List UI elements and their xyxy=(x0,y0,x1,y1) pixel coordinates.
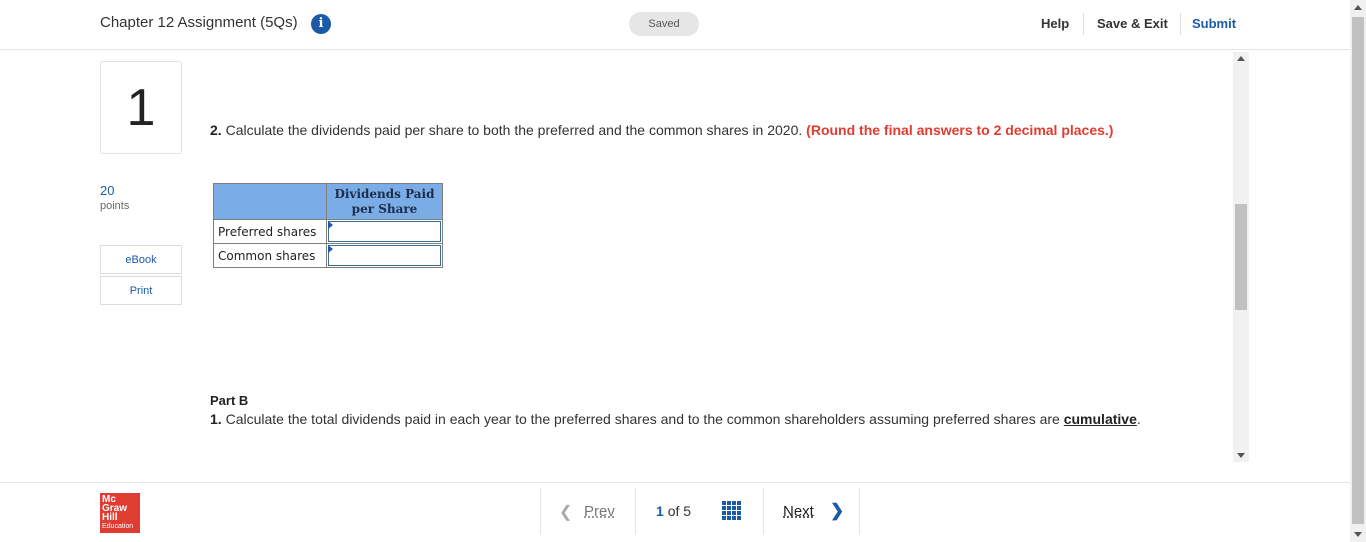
cell-marker-icon xyxy=(328,221,333,229)
top-bar: Chapter 12 Assignment (5Qs) i Saved Help… xyxy=(0,0,1350,50)
header-divider xyxy=(1180,13,1181,35)
points-label: points xyxy=(100,200,130,212)
save-exit-button[interactable]: Save & Exit xyxy=(1097,16,1168,31)
row-label-common-shares: Common shares xyxy=(213,243,327,268)
prev-button[interactable]: ❮ Prev xyxy=(540,488,636,534)
print-button[interactable]: Print xyxy=(100,276,182,305)
prev-label: Prev xyxy=(584,503,615,520)
help-button[interactable]: Help xyxy=(1041,16,1069,31)
common-shares-input[interactable] xyxy=(328,245,441,266)
total-pages: 5 xyxy=(683,503,692,519)
cumulative-link[interactable]: cumulative xyxy=(1064,411,1137,427)
question-grid-icon[interactable] xyxy=(722,501,741,520)
part-b-title: Part B xyxy=(210,393,249,408)
question-number: 2. xyxy=(210,122,222,138)
info-icon[interactable]: i xyxy=(311,14,331,34)
current-page: 1 xyxy=(656,503,664,519)
part-b-prompt: 1. Calculate the total dividends paid in… xyxy=(210,410,1150,428)
of-label: of xyxy=(667,503,680,519)
question-text: Calculate the dividends paid per share t… xyxy=(221,122,807,138)
scroll-up-arrow-icon[interactable] xyxy=(1354,5,1362,10)
saved-status-badge: Saved xyxy=(629,12,699,36)
logo-line: Hill xyxy=(102,512,118,523)
answer-cell xyxy=(326,243,443,268)
submit-button[interactable]: Submit xyxy=(1192,16,1236,31)
table-row: Common shares xyxy=(213,243,443,268)
page-scroll-thumb[interactable] xyxy=(1352,17,1364,524)
table-header-blank xyxy=(213,183,327,220)
part-b-end: . xyxy=(1136,411,1141,427)
question-number-card: 1 xyxy=(100,61,182,154)
content-scrollbar[interactable] xyxy=(1233,52,1249,462)
assignment-title: Chapter 12 Assignment (5Qs) xyxy=(100,14,298,31)
points-value: 20 xyxy=(100,183,115,198)
chevron-right-icon: ❯ xyxy=(830,501,845,520)
question-prompt: 2. Calculate the dividends paid per shar… xyxy=(210,121,1140,139)
page-scrollbar[interactable] xyxy=(1350,0,1366,542)
next-button[interactable]: Next ❯ xyxy=(763,488,860,534)
part-b-text: Calculate the total dividends paid in ea… xyxy=(221,411,1064,427)
scroll-down-arrow-icon[interactable] xyxy=(1354,532,1362,537)
chevron-left-icon: ❮ xyxy=(559,504,573,521)
ebook-button[interactable]: eBook xyxy=(100,245,182,274)
footer-divider xyxy=(0,482,1350,483)
content-scroll-thumb[interactable] xyxy=(1235,204,1247,310)
answer-cell xyxy=(326,219,443,244)
scroll-up-arrow-icon[interactable] xyxy=(1237,56,1245,61)
table-row: Preferred shares xyxy=(213,219,443,244)
mcgraw-hill-logo: Mc Graw Hill Education xyxy=(100,493,140,533)
next-label: Next xyxy=(783,503,814,520)
header-divider xyxy=(1083,13,1084,35)
logo-line: Education xyxy=(102,523,134,530)
page-indicator: 1 of 5 xyxy=(656,503,691,519)
cell-marker-icon xyxy=(328,245,333,253)
scroll-down-arrow-icon[interactable] xyxy=(1237,453,1245,458)
table-column-header: Dividends Paid per Share xyxy=(326,183,443,220)
question-content: 2. Calculate the dividends paid per shar… xyxy=(210,52,1232,462)
part-b-number: 1. xyxy=(210,411,222,427)
preferred-shares-input[interactable] xyxy=(328,221,441,242)
rounding-instruction: (Round the final answers to 2 decimal pl… xyxy=(806,122,1114,138)
row-label-preferred-shares: Preferred shares xyxy=(213,219,327,244)
answer-table: Dividends Paid per Share Preferred share… xyxy=(213,183,443,268)
